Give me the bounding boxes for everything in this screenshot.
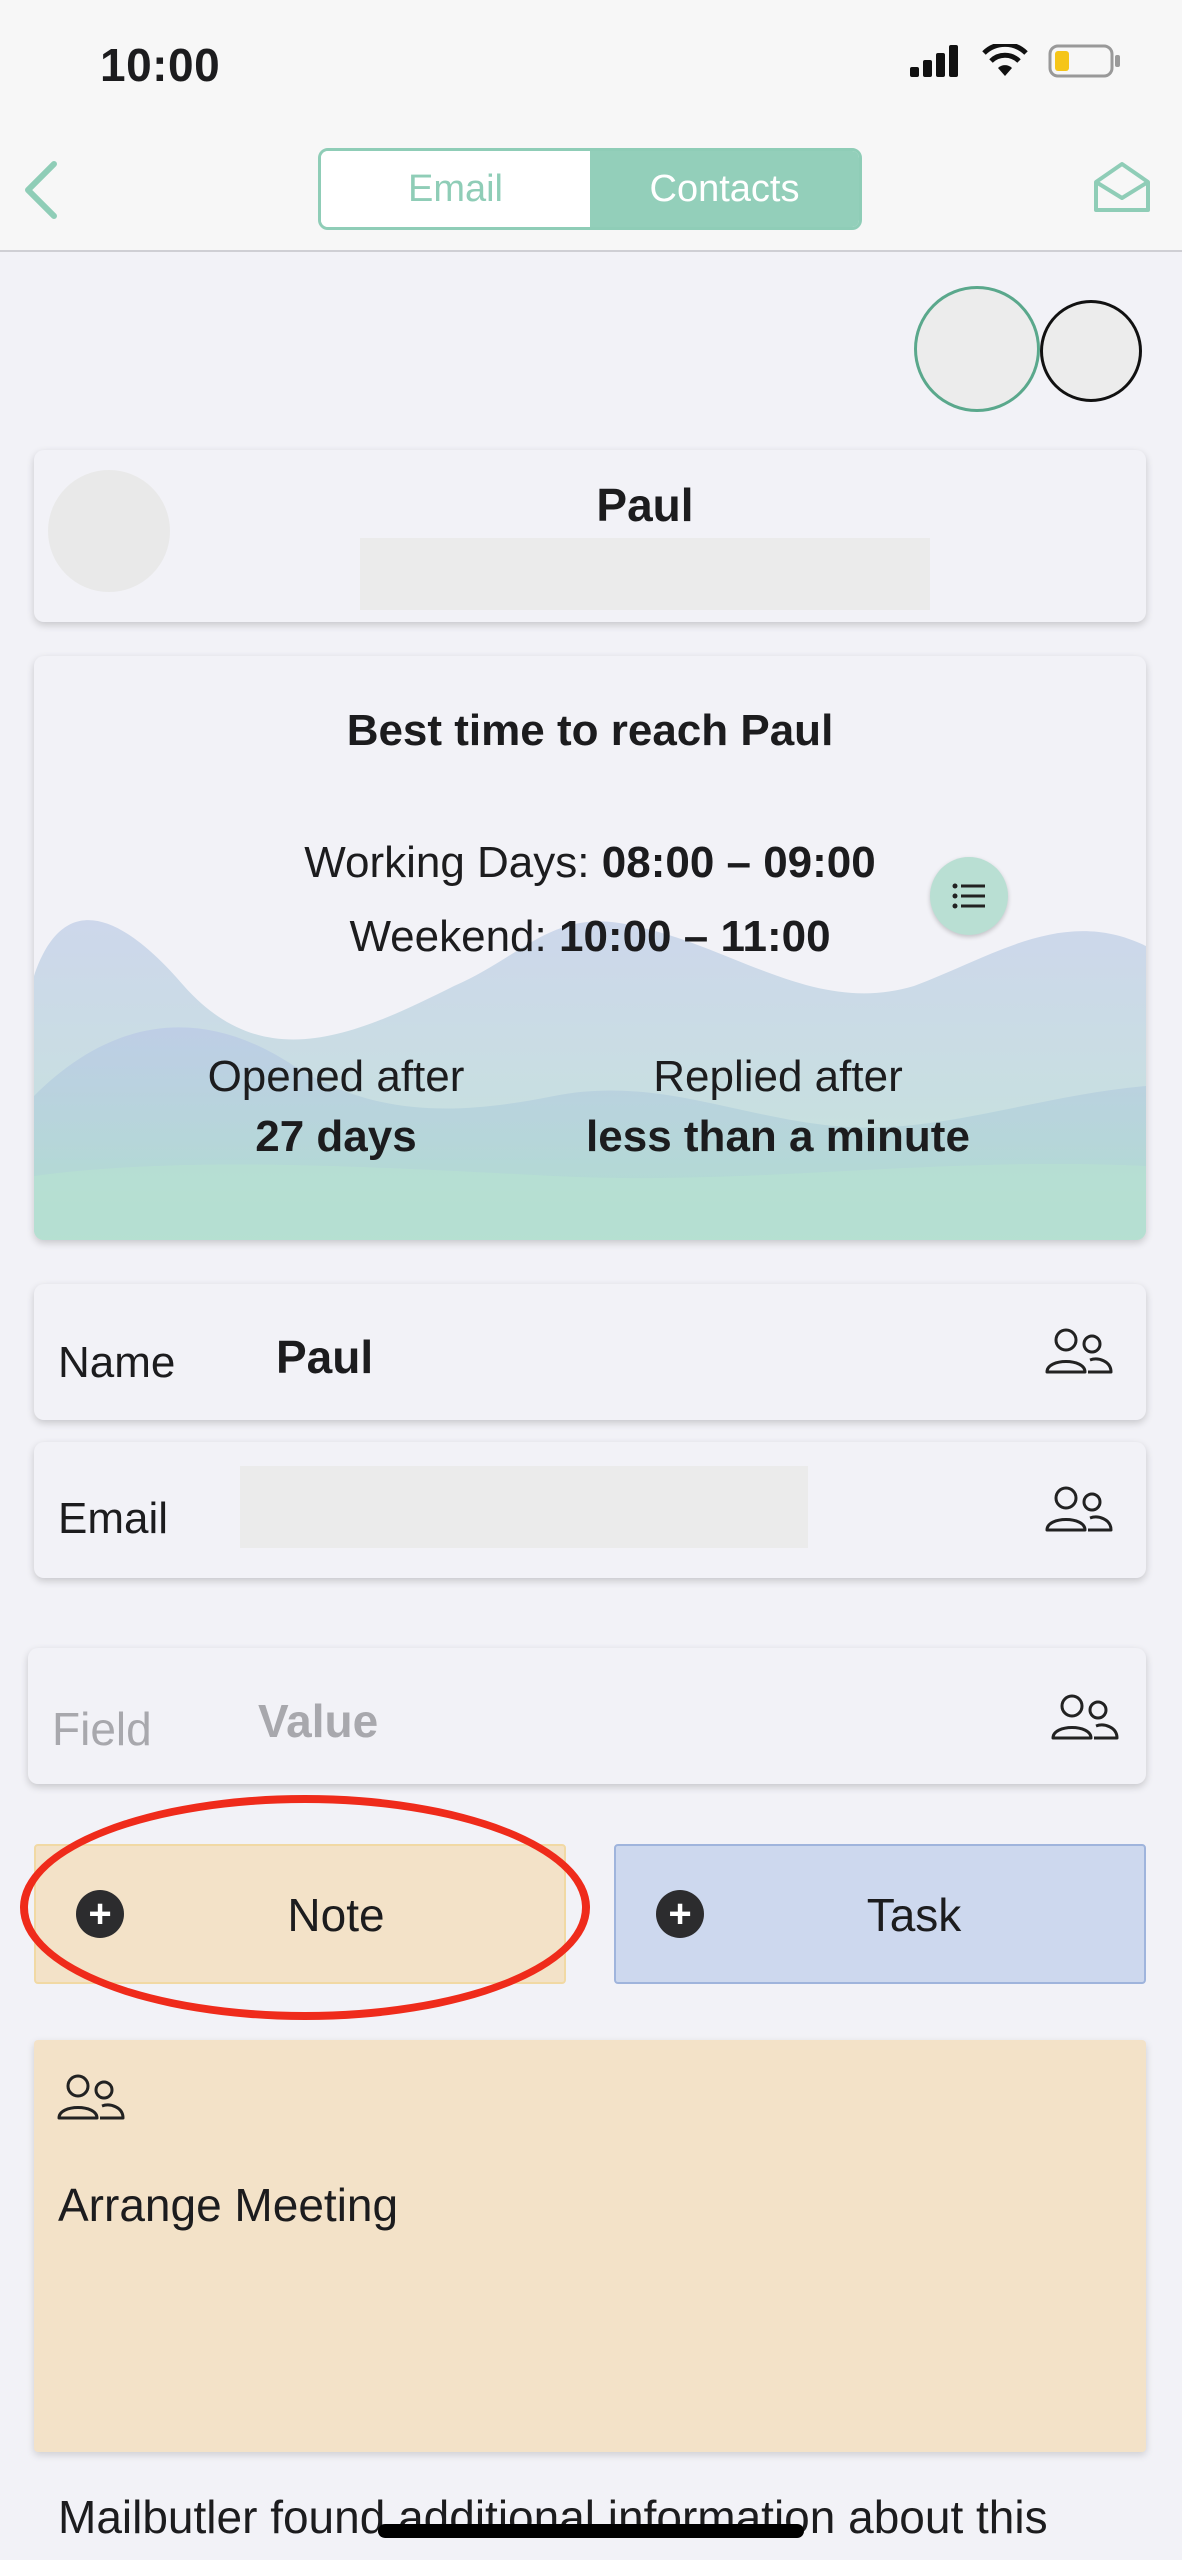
working-days-label: Working Days: (304, 838, 590, 887)
custom-field-row (28, 1648, 1146, 1784)
field-name-input[interactable]: Field (52, 1702, 152, 1756)
people-icon[interactable] (1044, 1326, 1114, 1376)
home-indicator (378, 2524, 804, 2538)
replied-after-label: Replied after (653, 1052, 903, 1101)
tab-email[interactable]: Email (321, 151, 590, 227)
note-card[interactable] (34, 2040, 1146, 2452)
opened-after-value: 27 days (255, 1112, 417, 1161)
account-avatar-secondary[interactable] (1040, 300, 1142, 402)
contact-name: Paul (596, 479, 694, 531)
signal-icon (910, 45, 958, 77)
plus-icon: + (656, 1890, 704, 1938)
list-icon (952, 883, 985, 909)
task-button-label: Task (866, 1889, 962, 1941)
segment-control: Email Contacts (318, 148, 862, 230)
name-value: Paul (276, 1331, 374, 1383)
status-icons (910, 44, 1122, 78)
replied-after-value: less than a minute (586, 1112, 970, 1161)
weekend-label: Weekend: (349, 912, 547, 961)
wifi-icon (982, 44, 1028, 76)
people-icon[interactable] (1044, 1484, 1114, 1534)
list-button[interactable] (930, 857, 1008, 935)
tab-contacts[interactable]: Contacts (590, 151, 859, 227)
redacted-email (360, 538, 930, 610)
back-chevron-icon[interactable] (18, 158, 64, 222)
working-days-value: 08:00 – 09:00 (601, 838, 876, 887)
people-icon[interactable] (1050, 1692, 1120, 1742)
name-label: Name (58, 1338, 176, 1387)
email-label: Email (58, 1494, 169, 1543)
redacted-email-value (240, 1466, 808, 1548)
status-time: 10:00 (100, 39, 221, 91)
account-avatar-primary[interactable] (914, 286, 1040, 412)
field-value-input[interactable]: Value (258, 1694, 378, 1748)
people-icon (57, 2074, 125, 2120)
weekend-value: 10:00 – 11:00 (558, 912, 831, 961)
best-time-title: Best time to reach Paul (346, 706, 834, 755)
name-row[interactable] (34, 1284, 1146, 1420)
opened-after-label: Opened after (207, 1052, 465, 1101)
note-text: Arrange Meeting (58, 2179, 399, 2231)
battery-icon (1048, 44, 1120, 78)
highlight-ring (20, 1795, 590, 2020)
open-envelope-icon[interactable] (1092, 158, 1152, 216)
